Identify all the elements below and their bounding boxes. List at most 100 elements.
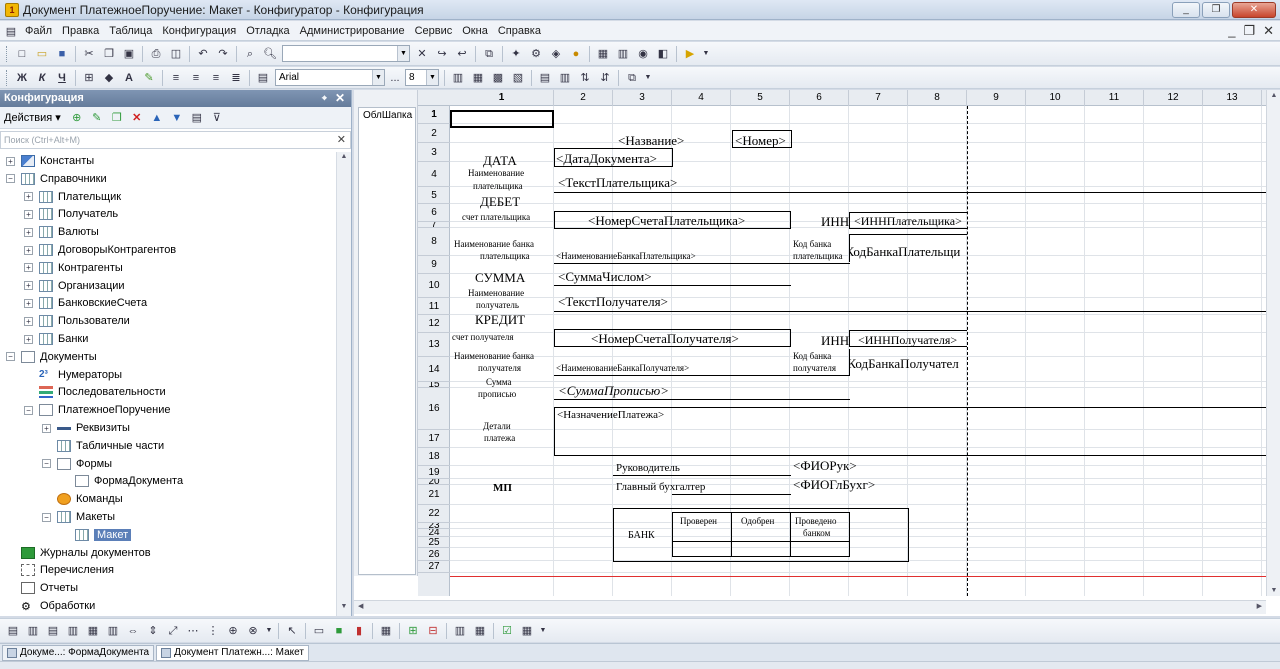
column-header[interactable]: 13 (1203, 90, 1262, 106)
collapse-icon[interactable]: − (24, 405, 33, 415)
chevron-down-icon[interactable]: ▼ (426, 70, 438, 85)
tree-item[interactable]: + Контрагенты (24, 259, 123, 277)
picture-icon[interactable]: ■ (331, 623, 347, 639)
center-h-icon[interactable]: ⊕ (225, 623, 241, 639)
cell-inn-2[interactable]: ИНН (821, 333, 849, 349)
copy-icon[interactable]: ❐ (109, 110, 125, 126)
scroll-left-icon[interactable]: ◀ (358, 602, 363, 610)
row-header[interactable]: 6 (418, 204, 450, 222)
menu-configuration[interactable]: Конфигурация (157, 25, 241, 37)
cell-recipient-name-label-1[interactable]: Наименование (468, 288, 524, 298)
cell-details-label-2[interactable]: платежа (484, 433, 515, 443)
chevron-down-icon[interactable]: ▼ (372, 70, 384, 85)
collapse-icon[interactable]: − (42, 512, 51, 522)
mdi-restore-button[interactable]: ❐ (1243, 23, 1255, 39)
row-header[interactable]: 25 (418, 537, 450, 548)
tree-item[interactable]: − Документы (6, 348, 97, 366)
check-icon[interactable]: ☑ (499, 623, 515, 639)
row-header[interactable]: 18 (418, 448, 450, 466)
menu-service[interactable]: Сервис (410, 25, 458, 37)
cell-bank[interactable]: БАНК (628, 530, 655, 541)
expand-icon[interactable]: + (24, 281, 33, 291)
actions-menu[interactable]: Действия ▾ (4, 111, 61, 124)
underline-button[interactable]: Ч (54, 70, 70, 86)
tree-item[interactable]: Отчеты (6, 579, 78, 597)
paste-icon[interactable]: ▣ (121, 46, 137, 62)
row-header[interactable]: 8 (418, 228, 450, 256)
cell-processed-2[interactable]: банком (803, 528, 830, 538)
cell-sum-label[interactable]: СУММА (475, 270, 525, 286)
cell-recipient-bank-code[interactable]: <КодБанкаПолучател (850, 356, 959, 372)
font-name-select[interactable]: Arial ▼ (275, 69, 385, 86)
move-up-icon[interactable]: ▲ (149, 110, 165, 126)
grid-icon[interactable]: ▦ (378, 623, 394, 639)
undo-icon[interactable]: ↶ (195, 46, 211, 62)
syntax-helper-icon[interactable]: ⚙ (528, 46, 544, 62)
row-header[interactable]: 10 (418, 274, 450, 298)
panel-close-button[interactable]: ✕ (335, 90, 345, 107)
row-header[interactable]: 5 (418, 187, 450, 204)
tree-search-input[interactable]: Поиск (Ctrl+Alt+M) ✕ (0, 131, 351, 149)
tree-item[interactable]: − Формы (42, 455, 112, 473)
row-header[interactable]: 12 (418, 315, 450, 333)
find-icon[interactable]: ⌕ (242, 46, 258, 62)
clear-search-icon[interactable]: ✕ (414, 46, 430, 62)
scroll-up-icon[interactable]: ▲ (338, 153, 350, 165)
headers-icon[interactable]: ▦ (470, 70, 486, 86)
cell-checked[interactable]: Проверен (680, 516, 717, 526)
cell-sum-words-label-2[interactable]: прописью (478, 389, 516, 399)
column-header[interactable]: 5 (731, 90, 790, 106)
cell-details[interactable]: <НазначениеПлатежа> (557, 409, 664, 421)
row-header[interactable]: 14 (418, 357, 450, 382)
row-header[interactable]: 26 (418, 548, 450, 561)
cell-payer-account-label[interactable]: счет плательщика (462, 212, 530, 222)
minimize-button[interactable]: _ (1172, 2, 1200, 18)
scroll-down-icon[interactable]: ▼ (338, 603, 350, 615)
cell-recipient-account-label[interactable]: счет получателя (452, 332, 514, 342)
menu-file[interactable]: Файл (20, 25, 57, 37)
cell-bank-code-label-1[interactable]: Код банка (793, 239, 831, 249)
column-header[interactable]: 12 (1144, 90, 1203, 106)
print-icon[interactable]: ⎙ (148, 46, 164, 62)
align-left-edge-icon[interactable]: ▥ (65, 623, 81, 639)
toolbar-grip[interactable] (6, 69, 9, 86)
row-header[interactable]: 9 (418, 256, 450, 274)
row-header[interactable]: 27 (418, 561, 450, 573)
module-icon[interactable]: ▦ (595, 46, 611, 62)
expand-icon[interactable]: + (24, 316, 33, 326)
menu-administration[interactable]: Администрирование (295, 25, 410, 37)
scroll-up-icon[interactable]: ▲ (1268, 92, 1280, 99)
menu-table[interactable]: Таблица (104, 25, 157, 37)
merge-icon[interactable]: ▧ (510, 70, 526, 86)
document-menu-icon[interactable]: ▤ (4, 24, 18, 38)
tree-item[interactable]: ⚙ Обработки (6, 597, 95, 615)
open-icon[interactable]: ▭ (34, 46, 50, 62)
tree-item[interactable]: Перечисления (6, 561, 114, 579)
row-header[interactable]: 4 (418, 162, 450, 187)
column-header[interactable]: 6 (790, 90, 849, 106)
cell-date-label[interactable]: ДАТА (483, 153, 517, 169)
add-icon[interactable]: ⊕ (69, 110, 85, 126)
cell-credit[interactable]: КРЕДИТ (475, 312, 525, 328)
cut-icon[interactable]: ✂ (81, 46, 97, 62)
save-icon[interactable]: ■ (54, 46, 70, 62)
cell-head-label[interactable]: Руководитель (616, 462, 680, 474)
area-box[interactable]: ОблШапка (358, 107, 416, 575)
borders-icon[interactable]: ⊞ (81, 70, 97, 86)
space-h-icon[interactable]: ⋯ (185, 623, 201, 639)
fill-color-icon[interactable]: ◆ (101, 70, 117, 86)
cell-inn[interactable]: ИНН (821, 214, 849, 230)
italic-button[interactable]: К (34, 70, 50, 86)
bold-button[interactable]: Ж (14, 70, 30, 86)
tree-item[interactable]: − Справочники (6, 170, 107, 188)
pin-icon[interactable]: ⌖ (322, 90, 327, 107)
tree-item[interactable]: + Плательщик (24, 188, 121, 206)
expand-icon[interactable]: + (24, 192, 33, 202)
cell-recipient-bank-code-label-1[interactable]: Код банка (793, 351, 831, 361)
align-bottom-icon[interactable]: ▤ (45, 623, 61, 639)
cell-sum-words-label-1[interactable]: Сумма (486, 377, 511, 387)
names-icon[interactable]: ▩ (490, 70, 506, 86)
expand-icon[interactable]: + (24, 298, 33, 308)
toolbar-grip[interactable] (6, 45, 9, 62)
clear-search-icon[interactable]: ✕ (337, 133, 346, 146)
